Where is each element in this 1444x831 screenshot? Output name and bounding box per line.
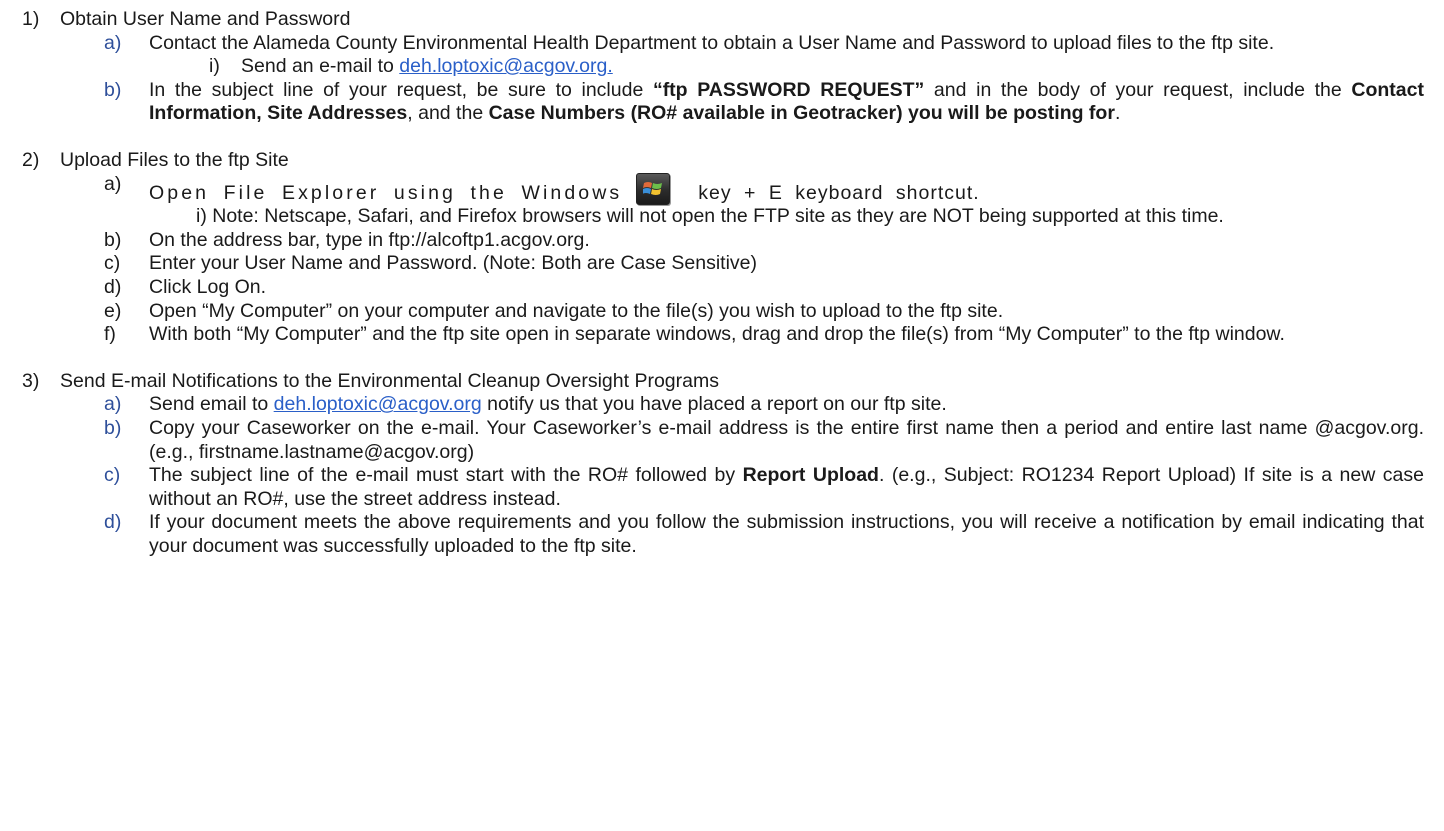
windows-key-icon — [636, 172, 671, 205]
list-item: b) Copy your Caseworker on the e-mail. Y… — [0, 417, 1444, 464]
instructions-document: 1) Obtain User Name and Password a) Cont… — [0, 0, 1444, 831]
item-marker: d) — [104, 511, 122, 534]
list-item: b) On the address bar, type in ftp://alc… — [0, 229, 1444, 253]
item-marker: c) — [104, 252, 121, 275]
list-item: c) Enter your User Name and Password. (N… — [0, 252, 1444, 276]
list-item: f) With both “My Computer” and the ftp s… — [0, 323, 1444, 347]
item-text-part: and in the body of your request, include… — [924, 78, 1352, 101]
item-text-part: Send email to — [149, 393, 274, 416]
section-email-notifications: 3) Send E-mail Notifications to the Envi… — [0, 370, 1444, 559]
item-text: On the address bar, type in ftp://alcoft… — [149, 228, 590, 251]
item-text: Open File Explorer using the Windows — [149, 181, 623, 204]
item-text-part: . — [1114, 102, 1121, 125]
list-item: d) If your document meets the above requ… — [0, 511, 1444, 558]
section-heading: 2) Upload Files to the ftp Site — [0, 149, 1444, 173]
section-number: 3) — [22, 369, 40, 392]
item-text: If your document meets the above require… — [149, 511, 1424, 557]
list-item: a) Contact the Alameda County Environmen… — [0, 32, 1444, 56]
section-heading: 1) Obtain User Name and Password — [0, 8, 1444, 32]
item-marker: a) — [104, 172, 122, 195]
list-item: b) In the subject line of your request, … — [0, 79, 1444, 126]
item-text-part: The subject line of the e-mail must star… — [149, 464, 743, 487]
item-text: Click Log On. — [149, 275, 267, 298]
section-number: 1) — [22, 8, 40, 30]
note-text: i) Note: Netscape, Safari, and Firefox b… — [196, 205, 1224, 228]
item-marker: a) — [104, 393, 122, 416]
item-marker: a) — [104, 31, 122, 54]
list-item: e) Open “My Computer” on your computer a… — [0, 300, 1444, 324]
item-text: Contact the Alameda County Environmental… — [149, 31, 1275, 54]
item-marker: b) — [104, 416, 122, 439]
item-bold-text: Report Upload — [742, 464, 879, 487]
item-text: With both “My Computer” and the ftp site… — [149, 323, 1285, 346]
section-title: Send E-mail Notifications to the Environ… — [60, 369, 719, 392]
section-number: 2) — [22, 148, 40, 171]
item-marker: e) — [104, 299, 122, 322]
item-marker: d) — [104, 275, 122, 298]
list-item: a) Send email to deh.loptoxic@acgov.org … — [0, 393, 1444, 417]
list-item: a) Open File Explorer using the Windows k… — [0, 172, 1444, 206]
item-text: Enter your User Name and Password. (Note… — [149, 252, 758, 275]
item-text: Open “My Computer” on your computer and … — [149, 299, 1004, 322]
list-subitem-note: i) Note: Netscape, Safari, and Firefox b… — [0, 205, 1444, 229]
item-text-part: , and the — [407, 102, 489, 125]
list-item: c) The subject line of the e-mail must s… — [0, 464, 1444, 511]
list-subitem: i) Send an e-mail to deh.loptoxic@acgov.… — [0, 55, 1444, 79]
section-obtain-credentials: 1) Obtain User Name and Password a) Cont… — [0, 8, 1444, 126]
subitem-marker: i) — [209, 55, 220, 78]
item-bold-text: “ftp PASSWORD REQUEST” — [652, 78, 925, 101]
item-text: key + E keyboard shortcut. — [698, 181, 980, 204]
item-text-part: In the subject line of your request, be … — [149, 78, 653, 101]
email-link[interactable]: deh.loptoxic@acgov.org. — [399, 55, 612, 77]
item-marker: c) — [104, 464, 121, 487]
item-marker: f) — [104, 323, 116, 346]
section-title: Obtain User Name and Password — [60, 8, 351, 30]
email-link[interactable]: deh.loptoxic@acgov.org — [274, 393, 482, 415]
section-upload-files: 2) Upload Files to the ftp Site a) Open … — [0, 149, 1444, 347]
section-title: Upload Files to the ftp Site — [60, 148, 289, 171]
item-bold-text: Case Numbers (RO# available in Geotracke… — [488, 102, 1115, 125]
item-marker: b) — [104, 78, 122, 101]
item-marker: b) — [104, 228, 122, 251]
item-text: Copy your Caseworker on the e-mail. Your… — [149, 416, 1424, 463]
subitem-text: Send an e-mail to — [241, 55, 394, 78]
item-text-part: notify us that you have placed a report … — [481, 393, 947, 416]
list-item: d) Click Log On. — [0, 276, 1444, 300]
section-heading: 3) Send E-mail Notifications to the Envi… — [0, 370, 1444, 394]
